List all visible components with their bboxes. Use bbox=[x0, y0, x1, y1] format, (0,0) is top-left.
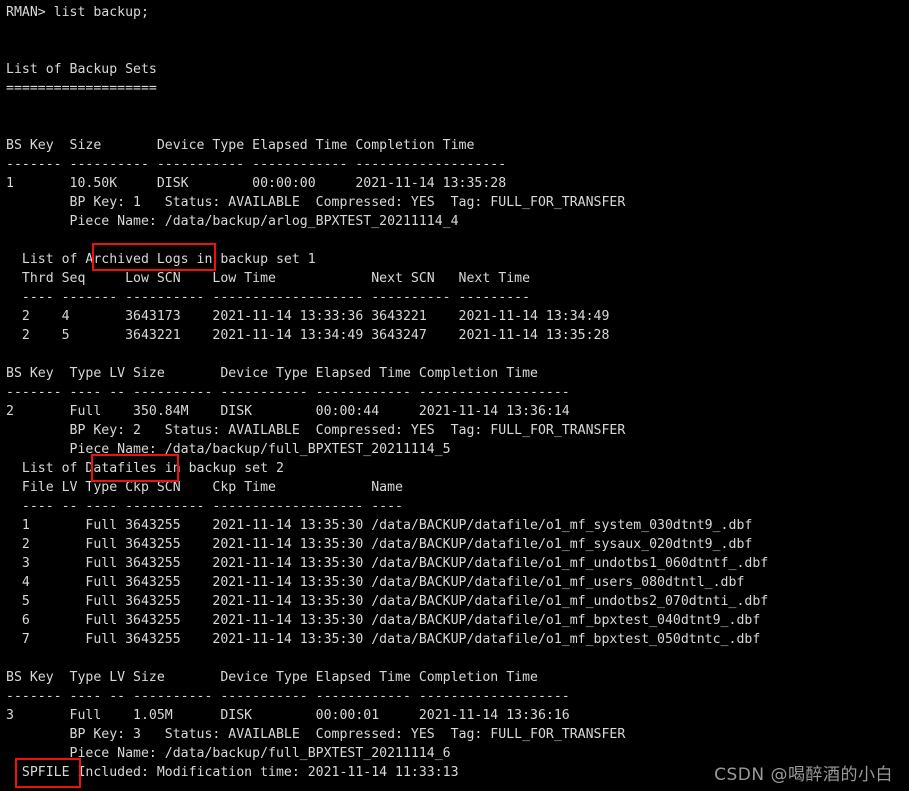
csdn-watermark: CSDN @喝醉酒的小白 bbox=[714, 765, 893, 785]
rman-console-output: RMAN> list backup; List of Backup Sets =… bbox=[6, 5, 769, 780]
terminal-window[interactable]: RMAN> list backup; List of Backup Sets =… bbox=[0, 0, 909, 791]
